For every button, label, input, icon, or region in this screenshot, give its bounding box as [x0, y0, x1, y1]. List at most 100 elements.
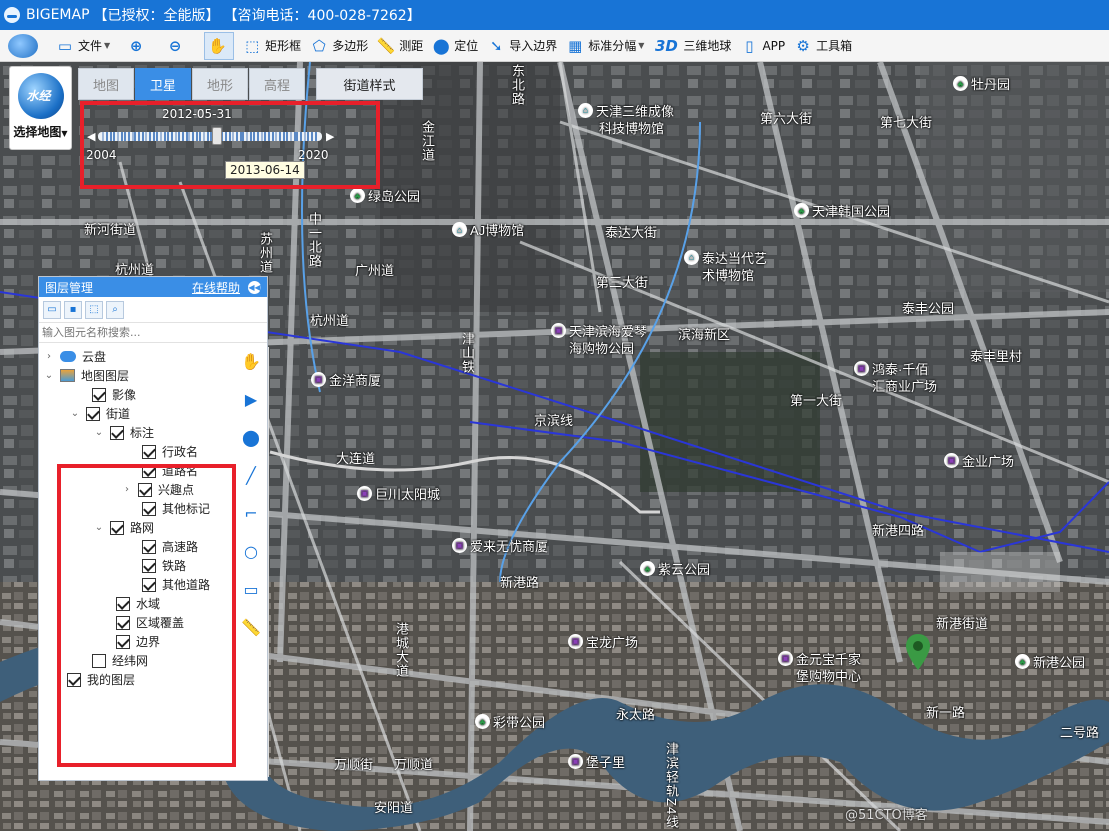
poi-peony-park[interactable]: ♣ 牡丹园 — [953, 74, 1010, 93]
road-label: 第七大街 — [880, 115, 933, 130]
locate-label: 定位 — [454, 39, 479, 53]
app-globe-button[interactable] — [8, 32, 41, 60]
open-folder-icon[interactable]: ▭ — [43, 300, 61, 319]
online-help-link[interactable]: 在线帮助 — [192, 279, 240, 296]
tree-node-street[interactable]: ⌄ 街道 — [68, 404, 130, 423]
file-menu-button[interactable]: ▭ 文件 ▼ — [55, 32, 110, 60]
location-marker-icon[interactable] — [906, 634, 930, 670]
3d-globe-label: 三维地球 — [683, 39, 732, 53]
panel-toolbar: ▭ ▪ ⬚ ⌕ — [39, 297, 267, 323]
poi-hongtai[interactable]: ▣ 鸿泰·千佰 汇商业广场 — [854, 361, 937, 395]
timeline-tick — [307, 132, 310, 141]
poi-juchuan[interactable]: ▣ 巨川太阳城 — [357, 484, 440, 503]
chevron-right-icon[interactable]: ▶ — [326, 130, 334, 143]
poi-jinyuan[interactable]: ▣ 金元宝千家 堡购物中心 — [778, 651, 861, 685]
tab-elevation[interactable]: 高程 — [249, 68, 305, 100]
layer-checkbox[interactable] — [86, 406, 100, 421]
satellite-map-view[interactable]: ♣ 牡丹园 ⌂ 天津三维成像 科技博物馆 ♣ 绿岛公园 ⌂ AJ博物馆 ⌂ 泰达当代艺 术博物… — [0, 62, 1109, 831]
poi-ailai[interactable]: ▣ 爱来无忧商厦 — [452, 536, 548, 555]
tree-label: 云盘 — [82, 350, 107, 364]
timeline-tick — [235, 132, 238, 141]
museum-icon: ⌂ — [684, 250, 699, 265]
circle-icon[interactable]: ○ — [239, 537, 263, 565]
tree-node-cloud[interactable]: › 云盘 — [42, 347, 106, 366]
locate-button[interactable]: ⬤ 定位 — [431, 32, 478, 60]
standard-sheet-button[interactable]: ▦ 标准分幅 ▼ — [565, 32, 644, 60]
location-pin-icon[interactable]: ⬤ — [239, 423, 263, 451]
street-style-button[interactable]: 街道样式 — [316, 68, 423, 100]
layer-search-input[interactable] — [42, 326, 222, 339]
poi-taifeng-park[interactable]: 泰丰公园 — [902, 298, 954, 317]
tab-terrain[interactable]: 地形 — [192, 68, 248, 100]
tab-map[interactable]: 地图 — [78, 68, 134, 100]
timeline-tick — [170, 132, 173, 141]
timeline-tick — [253, 132, 256, 141]
rectangle-icon[interactable]: ▭ — [239, 575, 263, 603]
3d-icon: 3D — [654, 36, 678, 55]
chevron-down-icon[interactable]: ⌄ — [68, 408, 82, 419]
map-selector-button[interactable]: 水经 选择地图▼ — [9, 66, 72, 150]
timeline-tick — [196, 132, 199, 141]
timeline-slider-handle[interactable] — [211, 127, 222, 145]
chevron-down-icon[interactable]: ⌄ — [42, 370, 56, 381]
poi-baolong[interactable]: ▣ 宝龙广场 — [568, 632, 638, 651]
zoom-out-button[interactable]: ⊖ — [165, 32, 188, 60]
poi-label: 巨川太阳城 — [375, 487, 441, 502]
road-label: 新河街道 — [84, 222, 137, 237]
road-label: 广州道 — [355, 263, 395, 278]
zoom-in-button[interactable]: ⊕ — [126, 32, 149, 60]
layer-checkbox[interactable] — [92, 387, 106, 402]
select-icon[interactable]: ⬚ — [85, 300, 103, 319]
poi-aj-museum[interactable]: ⌂ AJ博物馆 — [452, 220, 524, 239]
poi-aijia-mall[interactable]: ▣ 天津滨海爱琴 海购物公园 — [551, 323, 647, 357]
chevron-down-icon[interactable]: ⌄ — [92, 427, 106, 438]
search-icon[interactable]: ⌕ — [106, 300, 124, 319]
poi-korea-park[interactable]: ♣ 天津韩国公园 — [794, 201, 890, 220]
collapse-icon[interactable]: ◀◀ — [248, 280, 261, 294]
poi-baozili[interactable]: ▣ 堡子里 — [568, 752, 625, 771]
poi-tj-3d-museum[interactable]: ⌂ 天津三维成像 科技博物馆 — [578, 103, 674, 137]
globe-text: 水经 — [26, 89, 51, 103]
line-icon[interactable]: ╱ — [239, 461, 263, 489]
tree-node-admin-names[interactable]: 行政名 — [142, 442, 198, 461]
polygon-select-button[interactable]: ⬠ 多边形 — [309, 32, 369, 60]
poi-label: 泰达当代艺 术博物馆 — [702, 250, 767, 284]
road-label: 万顺道 — [394, 757, 434, 772]
pointer-icon[interactable]: ▶ — [239, 385, 263, 413]
poi-ziyun-park[interactable]: ♣ 紫云公园 — [640, 559, 710, 578]
3d-globe-button[interactable]: 3D 三维地球 — [652, 32, 731, 60]
timeline-tick — [116, 132, 119, 141]
end-year-label: 2020 — [298, 148, 329, 162]
poi-xingang-park[interactable]: ♣ 新港公园 — [1015, 652, 1085, 671]
poi-jinyang[interactable]: ▣ 金洋商厦 — [311, 370, 381, 389]
shopping-bag-icon: ▣ — [551, 323, 566, 338]
layer-checkbox[interactable] — [110, 425, 124, 440]
chevron-right-icon[interactable]: › — [42, 351, 56, 362]
tab-satellite[interactable]: 卫星 — [135, 68, 191, 100]
tree-node-annotation[interactable]: ⌄ 标注 — [92, 423, 154, 442]
timeline-tick — [164, 132, 166, 141]
poi-taida-museum[interactable]: ⌂ 泰达当代艺 术博物馆 — [684, 250, 767, 284]
pan-hand-icon[interactable]: ✋ — [239, 347, 263, 375]
ruler-icon[interactable]: 📏 — [239, 613, 263, 641]
timeline-track[interactable] — [98, 132, 322, 141]
pan-button[interactable]: ✋ — [204, 31, 235, 60]
layer-checkbox[interactable] — [142, 444, 156, 459]
poi-jinye[interactable]: ▣ 金业广场 — [944, 451, 1014, 470]
import-boundary-button[interactable]: ➘ 导入边界 — [486, 32, 557, 60]
layer-manager-panel: 图层管理 在线帮助 ◀◀ ▭ ▪ ⬚ ⌕ ›云盘 ⌄地图图层 影像 ⌄街道 ⌄标… — [38, 276, 269, 781]
timeline-tick — [203, 132, 206, 141]
tree-node-imagery[interactable]: 影像 — [92, 385, 136, 404]
rectangle-select-button[interactable]: ⬚ 矩形框 — [242, 32, 301, 60]
measure-distance-button[interactable]: 📏 测距 — [376, 32, 423, 60]
shopping-bag-icon: ▣ — [944, 453, 959, 468]
polyline-icon[interactable]: ⌐ — [239, 499, 263, 527]
app-button[interactable]: ▯ APP — [739, 32, 785, 60]
shopping-bag-icon: ▣ — [778, 651, 793, 666]
save-icon[interactable]: ▪ — [64, 300, 82, 319]
toolbox-button[interactable]: ⚙ 工具箱 — [793, 32, 852, 60]
poi-caidai-park[interactable]: ♣ 彩带公园 — [475, 712, 545, 731]
chevron-left-icon[interactable]: ◀ — [87, 130, 95, 143]
tree-node-map-layers[interactable]: ⌄ 地图图层 — [42, 366, 129, 385]
shopping-bag-icon: ▣ — [568, 634, 583, 649]
